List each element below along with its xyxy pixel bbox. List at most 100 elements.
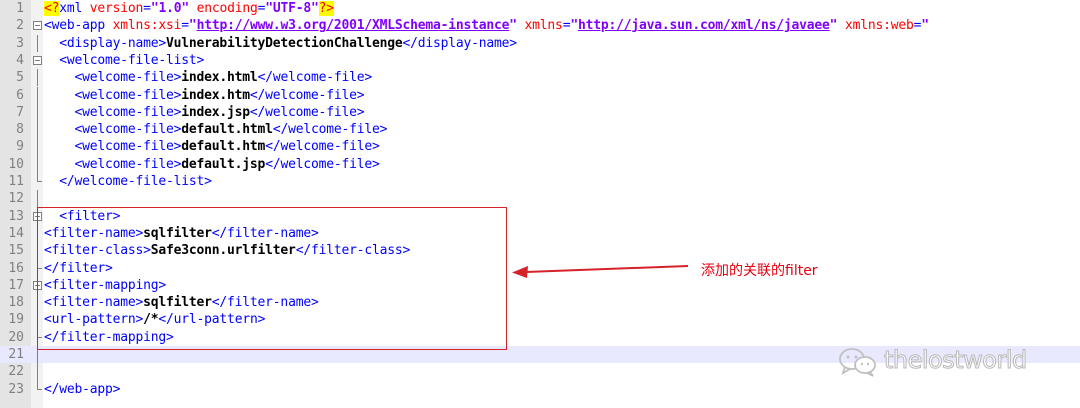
token-txt: index.html (181, 70, 258, 86)
line-number: 3 (16, 35, 24, 51)
code-line[interactable]: 9 <welcome-file>default.htm</welcome-fil… (0, 138, 1080, 156)
fold-guide (32, 380, 42, 398)
code-line[interactable]: 2 <web-app xmlns:xsi="http://www.w3.org/2… (0, 17, 1080, 34)
watermark: thelostworld (838, 344, 1048, 380)
line-number: 22 (8, 364, 24, 380)
token-val: "1.0" (150, 1, 189, 16)
fold-guide (32, 363, 42, 381)
token-tag: </welcome-file> (265, 139, 380, 155)
token-attr: xmlns:xsi (112, 18, 182, 34)
token-val: "UTF-8" (265, 1, 319, 16)
line-number: 20 (8, 329, 24, 345)
code-text: </welcome-file-list> (44, 173, 212, 190)
line-number: 4 (16, 52, 24, 68)
code-text: <welcome-file>default.jsp</welcome-file> (44, 156, 380, 173)
line-number: 5 (16, 70, 24, 86)
line-number: 8 (16, 122, 24, 138)
token-txt: default.jsp (181, 156, 266, 172)
code-line[interactable]: 6 <welcome-file>index.htm</welcome-file> (0, 86, 1080, 105)
token-txt: default.htm (181, 139, 266, 155)
fold-toggle-icon[interactable] (32, 52, 42, 69)
token-tag: </web-app> (44, 381, 121, 397)
line-number: 23 (8, 381, 24, 397)
line-number: 18 (8, 295, 24, 311)
line-number: 21 (8, 347, 24, 362)
wechat-icon (839, 348, 876, 377)
fold-guide (32, 138, 42, 156)
token-val: " (570, 18, 578, 34)
code-text: <welcome-file-list> (44, 52, 204, 69)
code-text: <web-app xmlns:xsi="http://www.w3.org/20… (44, 17, 929, 34)
token-attr: xmlns:web (844, 18, 914, 34)
code-line[interactable]: 5 <welcome-file>index.html</welcome-file… (0, 69, 1080, 87)
fold-guide (32, 121, 42, 139)
annotation-note: 添加的关联的filter (701, 263, 818, 279)
fold-toggle-icon[interactable] (32, 17, 42, 34)
token-val: " (188, 18, 197, 34)
line-number: 13 (8, 208, 24, 224)
code-line[interactable]: 11 </welcome-file-list> (0, 173, 1080, 190)
code-text: </web-app> (44, 381, 120, 398)
token-tag: <display-name> (44, 35, 167, 51)
token-tag: = (143, 1, 151, 16)
token-txt: index.htm (181, 87, 250, 103)
line-number: 9 (16, 139, 24, 155)
token-pi: <? (44, 1, 60, 16)
token-tag: </display-name> (402, 35, 517, 51)
line-number: 17 (8, 277, 24, 293)
code-line[interactable]: 7 <welcome-file>index.jsp</welcome-file> (0, 103, 1080, 122)
code-line[interactable]: 1 <?xml version="1.0" encoding="UTF-8"?> (0, 0, 1080, 17)
fold-guide (32, 86, 42, 105)
token-val: " (921, 18, 929, 34)
highlight-box (37, 207, 507, 350)
token-attr: encoding (196, 1, 258, 16)
arrow-icon (512, 265, 688, 278)
token-tag: <welcome-file> (44, 122, 182, 138)
code-line[interactable]: 4 <welcome-file-list> (0, 52, 1080, 69)
token-pi: ?> (318, 1, 334, 16)
line-number: 11 (8, 174, 24, 189)
token-tag: <welcome-file-list> (44, 52, 205, 68)
fold-guide (32, 34, 42, 53)
code-line[interactable]: 8 <welcome-file>default.html</welcome-fi… (0, 121, 1080, 139)
token-val: " (509, 18, 517, 34)
token-tag: <welcome-file> (44, 70, 182, 86)
token-txt: default.html (181, 122, 273, 138)
token-tag (517, 18, 525, 33)
code-line[interactable]: 10 <welcome-file>default.jsp</welcome-fi… (0, 155, 1080, 174)
token-tag (837, 18, 845, 33)
fold-guide (32, 103, 42, 122)
code-text: <?xml version="1.0" encoding="UTF-8"?> (44, 0, 334, 17)
token-tag: <welcome-file> (44, 156, 182, 172)
code-line[interactable]: 23 </web-app> (0, 380, 1080, 398)
line-number: 10 (8, 156, 24, 172)
token-tag: </welcome-file> (249, 87, 365, 103)
token-txt: index.jsp (181, 104, 250, 120)
token-txt: VulnerabilityDetectionChallenge (166, 35, 403, 51)
token-tag: </welcome-file> (257, 70, 373, 86)
line-number: 1 (16, 1, 24, 16)
code-line[interactable]: 12 (0, 190, 1080, 208)
token-tag: </welcome-file-list> (44, 174, 212, 189)
token-tag: <welcome-file> (44, 104, 182, 120)
fold-guide (32, 190, 42, 208)
fold-guide (32, 173, 42, 190)
code-text: <welcome-file>default.htm</welcome-file> (44, 138, 380, 155)
token-tag: <welcome-file> (44, 139, 182, 155)
code-line[interactable]: 3 <display-name>VulnerabilityDetectionCh… (0, 34, 1080, 53)
token-tag: = (181, 18, 189, 34)
token-tag: </welcome-file> (249, 104, 365, 120)
watermark-text: thelostworld (884, 346, 1028, 375)
token-attr: xmlns (524, 18, 563, 34)
line-number: 7 (16, 104, 24, 120)
token-attr: version (89, 1, 144, 16)
code-text: <welcome-file>index.jsp</welcome-file> (44, 104, 365, 121)
line-number: 14 (8, 225, 24, 241)
token-tag (189, 1, 197, 16)
token-tag: xml (59, 1, 90, 16)
code-text: <display-name>VulnerabilityDetectionChal… (44, 35, 517, 52)
line-number: 15 (8, 243, 24, 259)
fold-guide (32, 155, 42, 174)
line-number: 19 (8, 312, 24, 328)
token-tag: </welcome-file> (272, 122, 388, 138)
